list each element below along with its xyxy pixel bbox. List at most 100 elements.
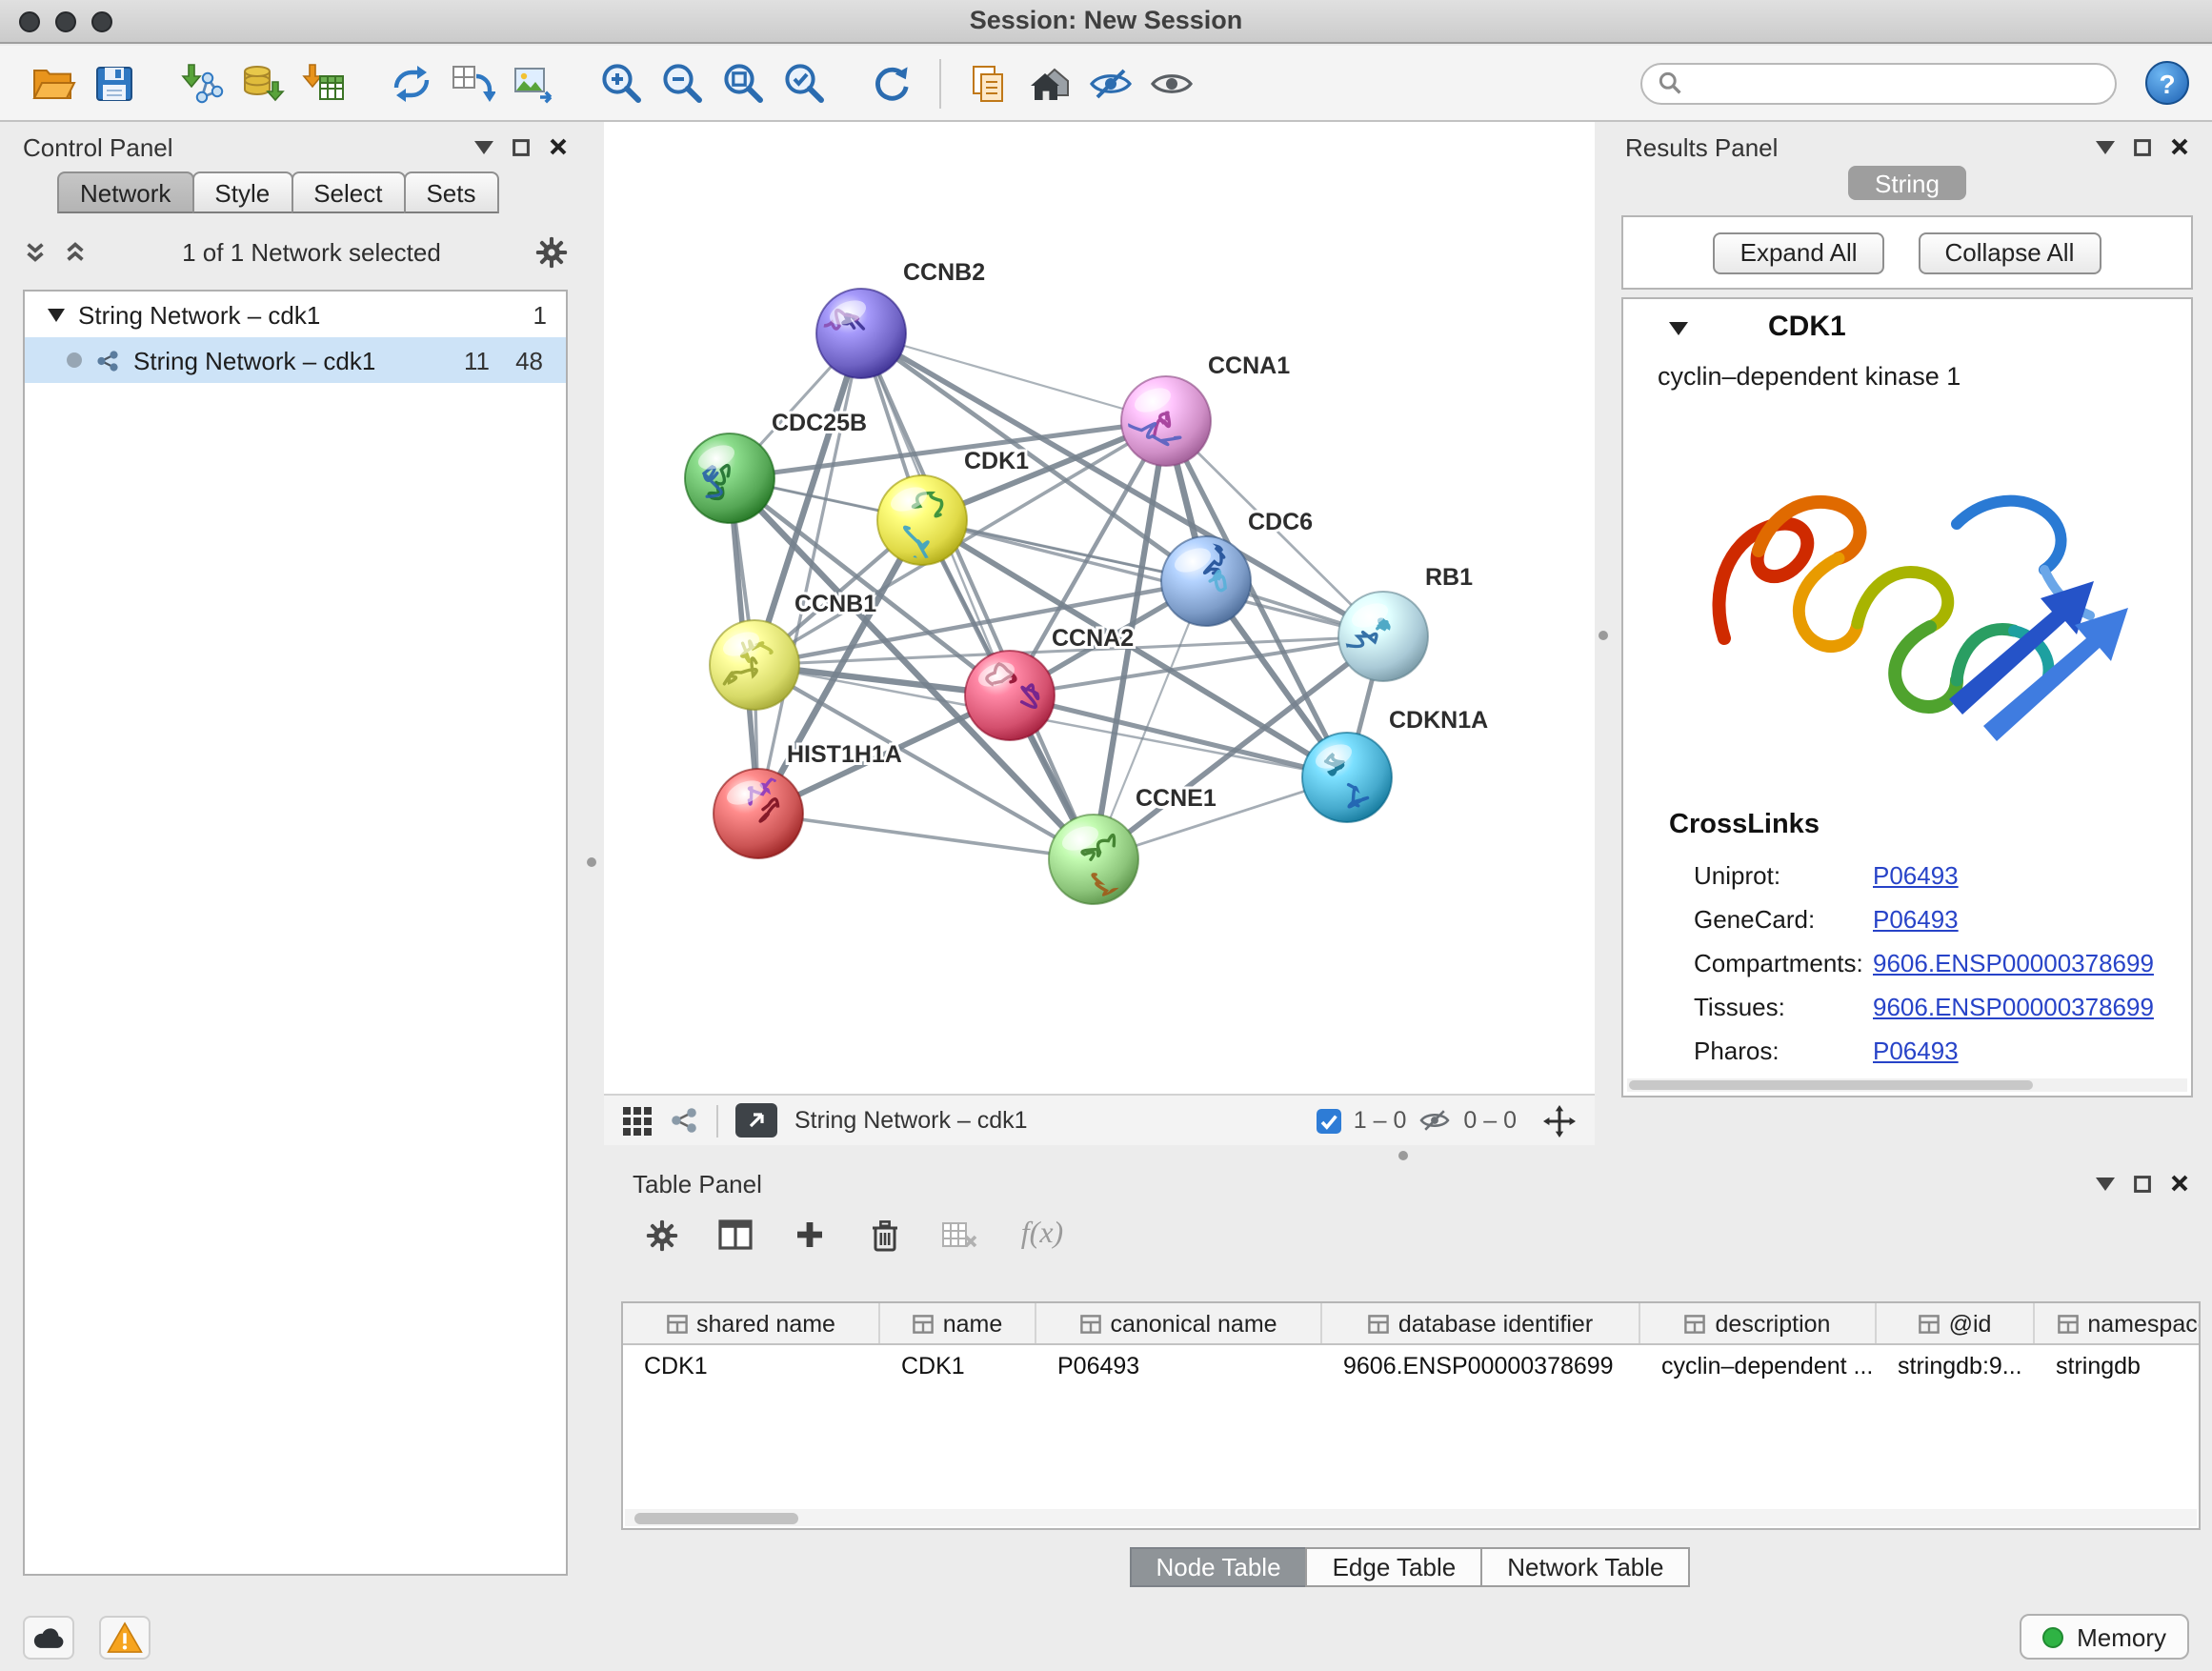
selected-checkbox-icon[interactable]	[1317, 1108, 1342, 1133]
import-network-file-button[interactable]	[171, 52, 232, 113]
column-header[interactable]: @id	[1877, 1303, 2035, 1343]
cell-database-identifier[interactable]: 9606.ENSP00000378699	[1322, 1345, 1640, 1385]
expand-all-button[interactable]: Expand All	[1714, 232, 1884, 273]
save-session-button[interactable]	[84, 52, 145, 113]
open-session-button[interactable]	[23, 52, 84, 113]
scrollbar-thumb[interactable]	[1629, 1080, 2032, 1090]
crosslink-pharos-link[interactable]: P06493	[1873, 1037, 1959, 1065]
network-node-label: CDC6	[1248, 509, 1313, 535]
panel-menu-icon[interactable]	[2096, 1177, 2115, 1190]
cell-id[interactable]: stringdb:9...	[1877, 1345, 2035, 1385]
column-header[interactable]: namespace	[2035, 1303, 2201, 1343]
import-table-file-button[interactable]	[293, 52, 354, 113]
refresh-view-button[interactable]	[861, 52, 922, 113]
network-from-table-button[interactable]	[442, 52, 503, 113]
crosslink-genecard-link[interactable]: P06493	[1873, 905, 1959, 934]
panel-float-icon[interactable]	[2134, 1175, 2151, 1192]
tab-string[interactable]: String	[1848, 166, 1966, 200]
crosslink-label: Uniprot:	[1694, 861, 1780, 890]
panel-close-icon[interactable]	[2170, 137, 2189, 156]
collapse-all-icon[interactable]	[23, 239, 48, 264]
function-builder-button[interactable]: f(x)	[1008, 1210, 1076, 1259]
tab-style[interactable]: Style	[191, 171, 292, 213]
column-header[interactable]: name	[880, 1303, 1036, 1343]
help-button[interactable]: ?	[2145, 61, 2189, 105]
hide-selected-button[interactable]	[1080, 52, 1141, 113]
cell-shared-name[interactable]: CDK1	[623, 1345, 880, 1385]
results-panel-header: Results Panel	[1625, 130, 2189, 164]
collapse-all-button[interactable]: Collapse All	[1919, 232, 2101, 273]
zoom-out-icon	[659, 60, 705, 106]
hidden-node-edge-counts: 0 – 0	[1463, 1107, 1517, 1134]
crosslink-row: Pharos: P06493	[1623, 1037, 2191, 1080]
entry-collapse-caret-icon[interactable]	[1669, 322, 1688, 335]
crosslink-compartments-link[interactable]: 9606.ENSP00000378699	[1873, 949, 2154, 977]
warnings-button[interactable]	[99, 1615, 151, 1659]
panel-close-icon[interactable]	[549, 137, 568, 156]
tab-sets[interactable]: Sets	[403, 171, 498, 213]
export-image-button[interactable]	[503, 52, 564, 113]
grid-view-icon[interactable]	[623, 1106, 652, 1135]
network-edge[interactable]	[861, 333, 1094, 859]
cloud-status-button[interactable]	[23, 1615, 74, 1659]
tab-network[interactable]: Network	[57, 171, 193, 213]
zoom-in-button[interactable]	[591, 52, 652, 113]
network-options-gear-icon[interactable]	[535, 235, 568, 268]
crosslink-uniprot-link[interactable]: P06493	[1873, 861, 1959, 890]
search-input[interactable]	[1692, 70, 2100, 96]
memory-button[interactable]: Memory	[2020, 1614, 2189, 1660]
crosslink-tissues-link[interactable]: 9606.ENSP00000378699	[1873, 993, 2154, 1021]
column-header[interactable]: shared name	[623, 1303, 880, 1343]
table-row[interactable]: CDK1 CDK1 P06493 9606.ENSP00000378699 cy…	[623, 1345, 2201, 1385]
cell-canonical-name[interactable]: P06493	[1036, 1345, 1322, 1385]
network-edge[interactable]	[861, 333, 1166, 421]
cell-description[interactable]: cyclin–dependent ...	[1640, 1345, 1877, 1385]
tree-caret-icon[interactable]	[48, 308, 65, 321]
copy-document-button[interactable]	[958, 52, 1019, 113]
delete-table-button[interactable]	[934, 1210, 983, 1259]
panel-menu-icon[interactable]	[2096, 140, 2115, 153]
splitter-handle[interactable]	[587, 857, 596, 867]
network-row-selected[interactable]: String Network – cdk1 11 48	[25, 337, 566, 383]
column-header[interactable]: canonical name	[1036, 1303, 1322, 1343]
tab-select[interactable]: Select	[291, 171, 405, 213]
show-all-button[interactable]	[1141, 52, 1202, 113]
zoom-selected-button[interactable]	[774, 52, 835, 113]
hidden-eye-slash-icon[interactable]	[1418, 1107, 1452, 1134]
network-collection-row[interactable]: String Network – cdk1 1	[25, 292, 566, 337]
panel-menu-icon[interactable]	[474, 140, 493, 153]
expand-all-icon[interactable]	[63, 239, 88, 264]
column-header[interactable]: description	[1640, 1303, 1877, 1343]
scrollbar-thumb[interactable]	[634, 1512, 798, 1523]
tab-node-table[interactable]: Node Table	[1129, 1547, 1307, 1587]
table-header-row: shared name name canonical name database…	[623, 1303, 2201, 1345]
network-edge[interactable]	[758, 814, 1094, 859]
panel-float-icon[interactable]	[2134, 138, 2151, 155]
import-network-database-button[interactable]	[232, 52, 293, 113]
show-columns-button[interactable]	[711, 1210, 760, 1259]
cell-name[interactable]: CDK1	[880, 1345, 1036, 1385]
collection-label: String Network – cdk1	[78, 300, 320, 329]
fit-selected-crosshair-icon[interactable]	[1543, 1104, 1576, 1137]
window-title: Session: New Session	[0, 6, 2212, 34]
splitter-handle[interactable]	[1398, 1151, 1408, 1160]
search-box[interactable]	[1640, 62, 2117, 104]
clone-network-button[interactable]	[381, 52, 442, 113]
column-header[interactable]: database identifier	[1322, 1303, 1640, 1343]
tab-edge-table[interactable]: Edge Table	[1306, 1547, 1483, 1587]
splitter-handle[interactable]	[1599, 631, 1608, 640]
open-in-new-window-button[interactable]	[735, 1103, 777, 1137]
zoom-fit-button[interactable]	[713, 52, 774, 113]
delete-column-button[interactable]	[859, 1210, 909, 1259]
network-view[interactable]: CCNB2CCNA1CDC25BCDK1CDC6RB1CCNB1CCNA2CDK…	[604, 122, 1595, 1094]
birdseye-view-button[interactable]	[1019, 52, 1080, 113]
table-options-button[interactable]	[636, 1210, 686, 1259]
network-glyph-icon[interactable]	[669, 1105, 699, 1136]
create-column-button[interactable]	[785, 1210, 835, 1259]
zoom-out-button[interactable]	[652, 52, 713, 113]
panel-close-icon[interactable]	[2170, 1174, 2189, 1193]
panel-float-icon[interactable]	[513, 138, 530, 155]
cell-namespace[interactable]: stringdb	[2035, 1345, 2201, 1385]
tab-network-table[interactable]: Network Table	[1480, 1547, 1690, 1587]
network-node-label: CCNB2	[903, 259, 985, 286]
